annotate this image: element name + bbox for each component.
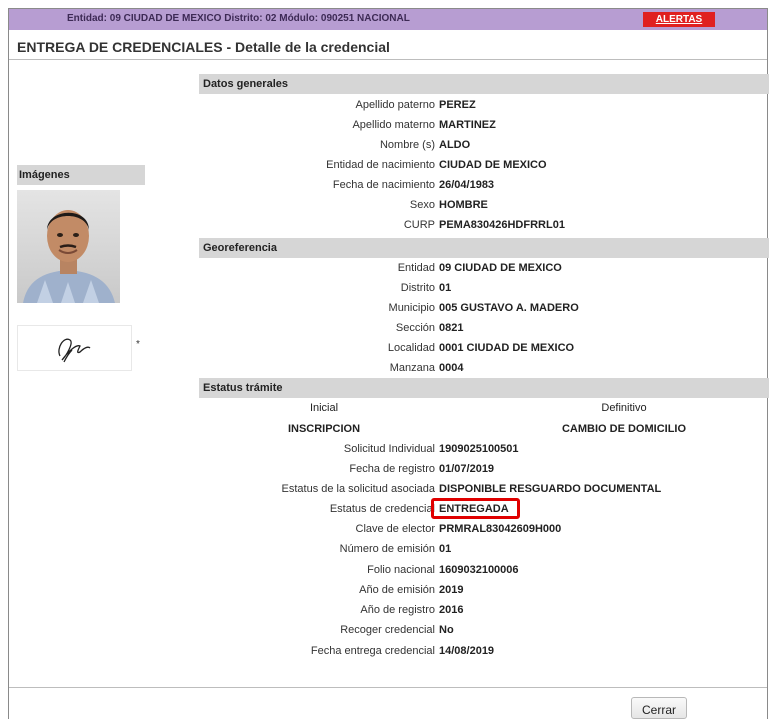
inicial-label: Inicial	[309, 402, 339, 414]
detail-row: Solicitud Individual 1909025100501	[199, 439, 769, 459]
detail-row: Localidad 0001 CIUDAD DE MEXICO	[199, 338, 769, 358]
field-value: 01/07/2019	[439, 463, 495, 475]
field-value: 09 CIUDAD DE MEXICO	[439, 262, 562, 274]
detail-row: Entidad de nacimiento CIUDAD DE MEXICO	[199, 155, 769, 175]
field-label: Sexo	[409, 199, 435, 211]
field-value: 2016	[439, 604, 464, 616]
field-value: PRMRAL83042609H000	[439, 523, 562, 535]
definitivo-value: CAMBIO DE DOMICILIO	[561, 423, 687, 435]
estatus-tramite-header: Estatus trámite	[199, 378, 769, 398]
detail-row: Fecha de nacimiento 26/04/1983	[199, 175, 769, 195]
page-title: ENTREGA DE CREDENCIALES - Detalle de la …	[17, 39, 390, 55]
inicial-value: INSCRIPCION	[287, 423, 361, 435]
detail-row: Fecha de registro 01/07/2019	[199, 459, 769, 479]
field-label: Recoger credencial	[340, 624, 435, 636]
highlight-box	[431, 498, 520, 519]
field-value: 01	[439, 282, 452, 294]
field-value: DISPONIBLE RESGUARDO DOCUMENTAL	[439, 483, 662, 495]
detail-row: Clave de elector PRMRAL83042609H000	[199, 519, 769, 539]
field-label: Año de emisión	[359, 584, 435, 596]
alerts-link[interactable]: ALERTAS	[643, 12, 715, 27]
field-label: Apellido paterno	[355, 99, 435, 111]
detail-row: Número de emisión 01	[199, 539, 769, 559]
field-label: Municipio	[388, 302, 435, 314]
detail-row: Municipio 005 GUSTAVO A. MADERO	[199, 298, 769, 318]
detail-row: Manzana 0004	[199, 358, 769, 378]
person-photo	[17, 190, 120, 303]
images-header: Imágenes	[17, 165, 145, 185]
field-value: 26/04/1983	[439, 179, 495, 191]
field-value: 1609032100006	[439, 564, 519, 576]
field-value: ALDO	[439, 139, 471, 151]
field-value: CIUDAD DE MEXICO	[439, 159, 547, 171]
detail-row: CURP PEMA830426HDFRRL01	[199, 215, 769, 235]
field-label: Entidad de nacimiento	[326, 159, 435, 171]
field-label: Nombre (s)	[379, 139, 435, 151]
detail-row: Nombre (s) ALDO	[199, 135, 769, 155]
detail-row: Apellido materno MARTINEZ	[199, 115, 769, 135]
location-info: Entidad: 09 CIUDAD DE MEXICO Distrito: 0…	[67, 13, 410, 24]
signature-asterisk: *	[136, 339, 140, 350]
detail-row: Sexo HOMBRE	[199, 195, 769, 215]
field-value: MARTINEZ	[439, 119, 496, 131]
field-value: 14/08/2019	[439, 645, 495, 657]
field-label: Estatus de credencial	[329, 503, 435, 515]
detail-row: Distrito 01	[199, 278, 769, 298]
field-label: Año de registro	[360, 604, 435, 616]
field-value: 0001 CIUDAD DE MEXICO	[439, 342, 575, 354]
field-label: Solicitud Individual	[343, 443, 435, 455]
field-label: Folio nacional	[367, 564, 435, 576]
field-value: PEMA830426HDFRRL01	[439, 219, 565, 231]
field-label: Clave de elector	[355, 523, 436, 535]
field-label: Localidad	[387, 342, 435, 354]
field-label: Manzana	[389, 362, 435, 374]
field-value: HOMBRE	[439, 199, 488, 211]
divider	[9, 687, 767, 688]
top-info-bar: Entidad: 09 CIUDAD DE MEXICO Distrito: 0…	[9, 9, 767, 30]
detail-row: Sección 0821	[199, 318, 769, 338]
detail-row: Estatus de la solicitud asociada DISPONI…	[199, 479, 769, 499]
field-label: Estatus de la solicitud asociada	[281, 483, 435, 495]
field-label: Número de emisión	[339, 543, 435, 555]
datos-generales-header: Datos generales	[199, 74, 769, 94]
field-label: Fecha de registro	[349, 463, 435, 475]
field-value: 2019	[439, 584, 464, 596]
detail-row: Año de registro 2016	[199, 600, 769, 620]
definitivo-label: Definitivo	[601, 402, 647, 414]
field-value: 005 GUSTAVO A. MADERO	[439, 302, 579, 314]
field-label: CURP	[403, 219, 435, 231]
field-label: Fecha entrega credencial	[310, 645, 435, 657]
field-value: 1909025100501	[439, 443, 519, 455]
detail-row: Recoger credencial No	[199, 620, 769, 640]
field-value: PEREZ	[439, 99, 476, 111]
field-label: Distrito	[400, 282, 435, 294]
field-label: Entidad	[397, 262, 435, 274]
detail-row: Año de emisión 2019	[199, 580, 769, 600]
detail-row: Entidad 09 CIUDAD DE MEXICO	[199, 258, 769, 278]
field-value: 0821	[439, 322, 464, 334]
detail-row: Apellido paterno PEREZ	[199, 95, 769, 115]
detail-row: Fecha entrega credencial 14/08/2019	[199, 641, 769, 661]
field-value: No	[439, 624, 454, 636]
signature-image	[17, 325, 132, 371]
field-label: Fecha de nacimiento	[332, 179, 435, 191]
field-label: Apellido materno	[352, 119, 435, 131]
close-button[interactable]: Cerrar	[631, 697, 687, 719]
georeferencia-header: Georeferencia	[199, 238, 769, 258]
field-value: 01	[439, 543, 452, 555]
detail-row: Folio nacional 1609032100006	[199, 560, 769, 580]
divider	[9, 59, 767, 60]
field-value: 0004	[439, 362, 464, 374]
field-label: Sección	[395, 322, 435, 334]
